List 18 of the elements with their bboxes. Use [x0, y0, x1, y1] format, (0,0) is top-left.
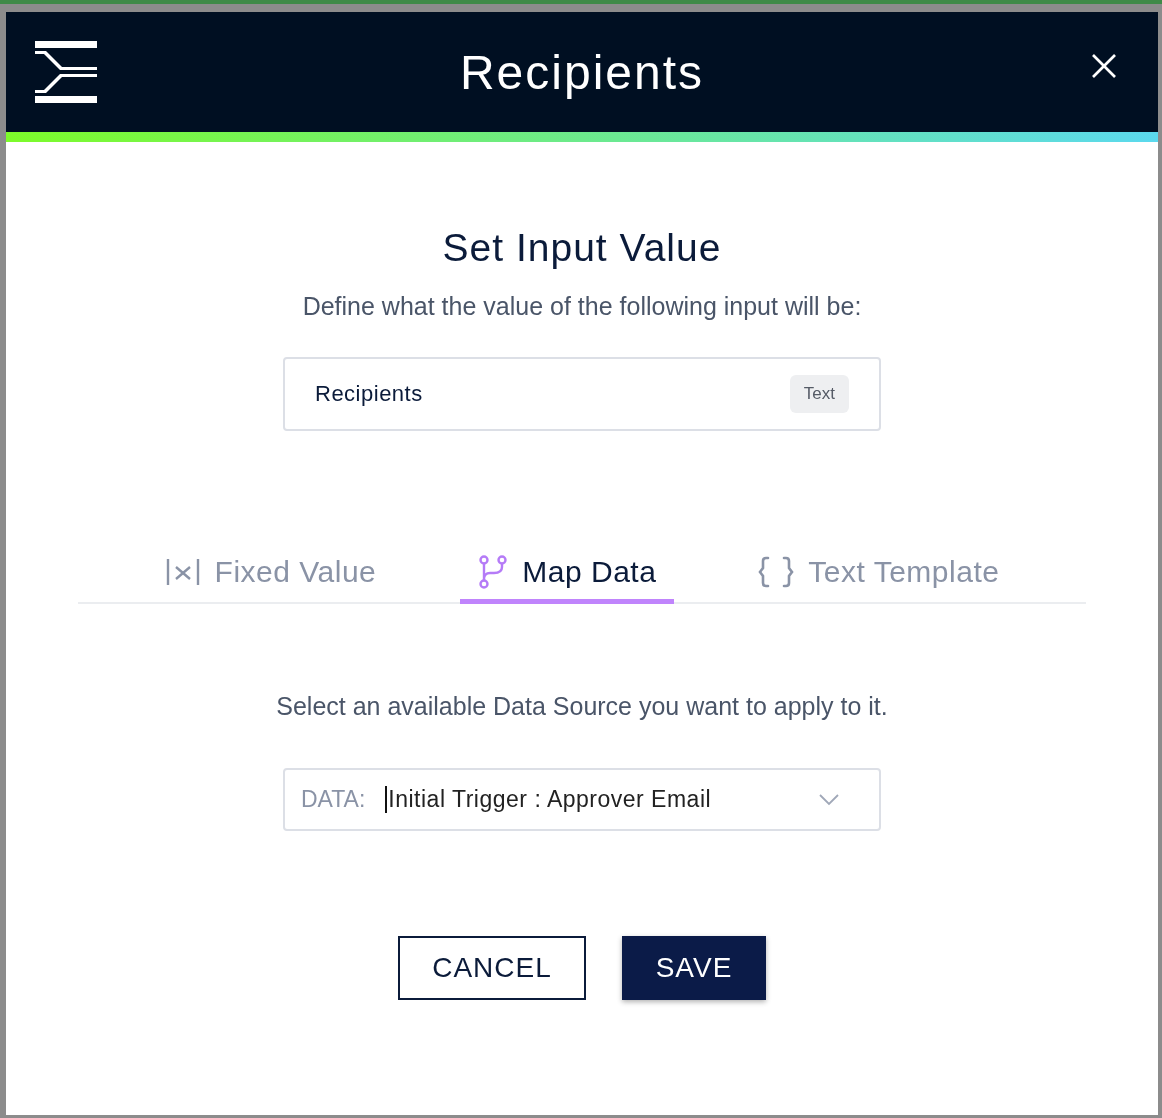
- chevron-down-icon: [819, 793, 839, 806]
- input-name: Recipients: [315, 381, 423, 407]
- type-badge: Text: [789, 375, 849, 413]
- cancel-button[interactable]: CANCEL: [398, 936, 586, 1000]
- logo-icon: [35, 41, 97, 103]
- dropdown-label: DATA:: [301, 786, 366, 813]
- braces-icon: [758, 556, 795, 588]
- section-heading: Set Input Value: [442, 226, 722, 270]
- branch-icon: [478, 555, 509, 589]
- instruction-text: Select an available Data Source you want to apply to it.: [276, 692, 888, 721]
- variable-icon: [164, 557, 201, 587]
- tab[interactable]: Map Data: [460, 555, 675, 604]
- dialog-title: Recipients: [459, 44, 705, 100]
- save-button[interactable]: SAVE: [622, 936, 766, 1000]
- close-icon[interactable]: [1092, 54, 1116, 78]
- data-source-dropdown[interactable]: DATA: Initial Trigger : Approver Email: [283, 768, 881, 831]
- description-text: Define what the value of the following input will be:: [302, 292, 862, 321]
- dropdown-value: Initial Trigger : Approver Email: [385, 786, 819, 813]
